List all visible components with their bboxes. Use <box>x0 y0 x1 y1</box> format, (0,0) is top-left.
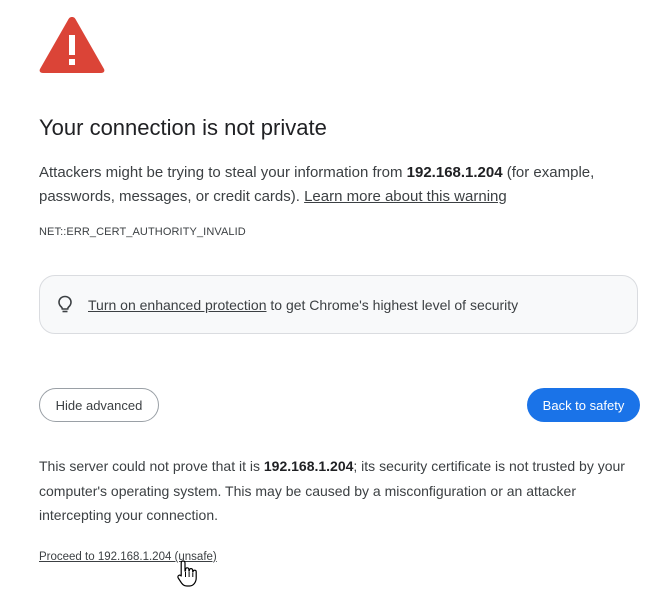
enhanced-protection-banner: Turn on enhanced protection to get Chrom… <box>39 275 638 334</box>
explanation-host: 192.168.1.204 <box>406 164 503 181</box>
details-host: 192.168.1.204 <box>263 458 354 474</box>
advanced-details: This server could not prove that it is 1… <box>39 454 643 528</box>
enhanced-protection-link[interactable]: Turn on enhanced protection <box>88 297 267 313</box>
details-text-1: This server could not prove that it is <box>39 458 264 474</box>
learn-more-link[interactable]: Learn more about this warning <box>304 188 507 205</box>
hand-pointer-icon <box>177 560 197 587</box>
hide-advanced-button[interactable]: Hide advanced <box>39 388 159 422</box>
back-to-safety-button[interactable]: Back to safety <box>527 388 640 422</box>
warning-triangle-icon <box>39 17 105 73</box>
enhanced-protection-text: Turn on enhanced protection to get Chrom… <box>88 297 518 313</box>
explanation-text-1: Attackers might be trying to steal your … <box>39 164 407 181</box>
error-code: NET::ERR_CERT_AUTHORITY_INVALID <box>39 226 246 238</box>
page-title: Your connection is not private <box>39 115 327 140</box>
enhanced-protection-description: to get Chrome's highest level of securit… <box>266 296 519 313</box>
lightbulb-icon <box>58 295 72 312</box>
warning-explanation: Attackers might be trying to steal your … <box>39 161 639 209</box>
